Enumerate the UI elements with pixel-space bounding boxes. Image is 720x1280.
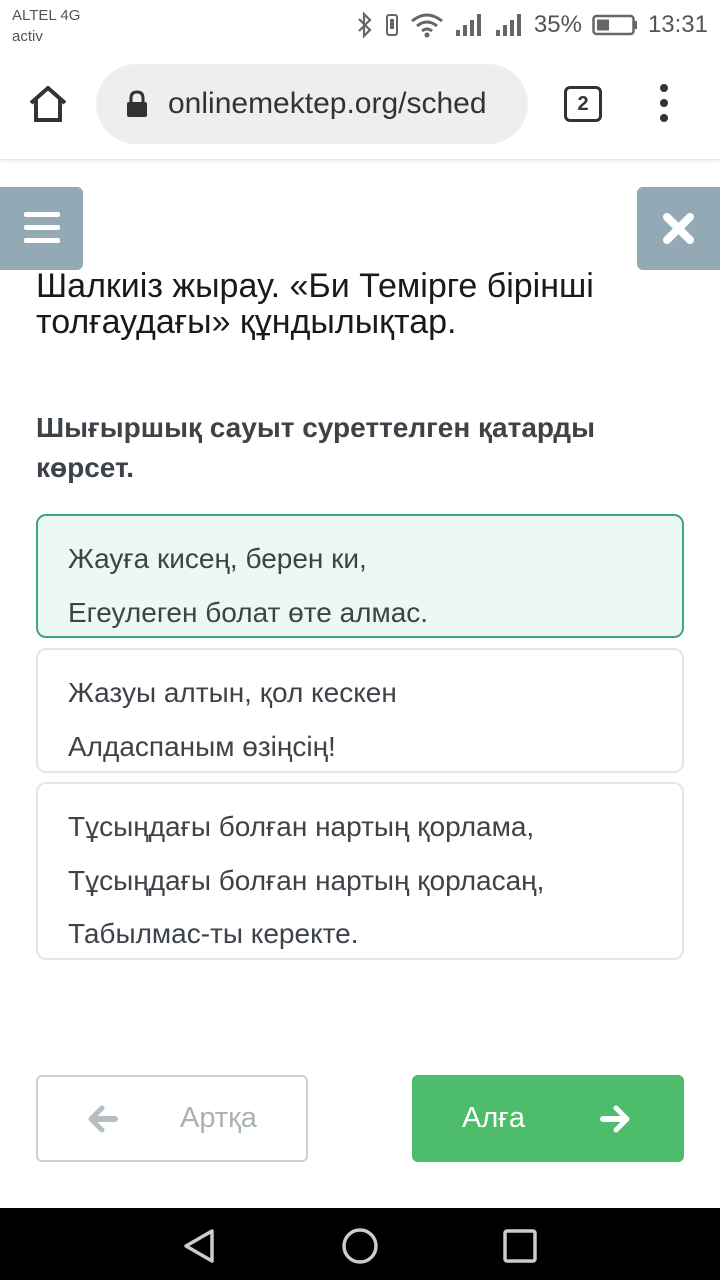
home-icon [29, 86, 67, 122]
arrow-right-icon [600, 1105, 630, 1133]
back-label: Артқа [180, 1102, 257, 1134]
wifi-icon [410, 13, 443, 38]
menu-button[interactable] [0, 187, 83, 270]
recents-square-icon[interactable] [500, 1226, 540, 1266]
battery-percent: 35% [533, 11, 582, 38]
answer-option-3[interactable]: Тұсыңдағы болған нартың қорлама, Тұсыңда… [36, 782, 684, 960]
back-button[interactable]: Артқа [36, 1075, 308, 1162]
option-line: Тұсыңдағы болған нартың қорлама, [68, 811, 535, 842]
tabs-button[interactable]: 2 [564, 86, 602, 122]
tab-count: 2 [577, 93, 589, 115]
lesson-title: Шалкиіз жырау. «Би Темірге бірінші толға… [36, 268, 686, 340]
vibrate-icon [385, 14, 398, 36]
carrier-name: ALTEL 4G [12, 7, 81, 24]
browser-toolbar: onlinemektep.org/sched 2 [0, 50, 720, 160]
lesson-title-line: Шалкиіз жырау. «Би Темірге бірінші [36, 267, 594, 305]
url-text: onlinemektep.org/sched [168, 87, 487, 120]
carrier-info: ALTEL 4G activ [12, 5, 80, 47]
option-line: Егеулеген болат өте алмас. [68, 596, 429, 628]
answer-option-1[interactable]: Жауға кисең, берен ки, Егеулеген болат ө… [36, 514, 684, 638]
next-button[interactable]: Алға [412, 1075, 684, 1162]
option-line: Жауға кисең, берен ки, [68, 543, 367, 574]
lock-icon [127, 90, 147, 117]
address-bar[interactable]: onlinemektep.org/sched [96, 64, 528, 144]
clock: 13:31 [647, 11, 708, 38]
signal-icon [495, 14, 521, 36]
back-triangle-icon[interactable] [180, 1226, 220, 1266]
hamburger-icon [24, 212, 60, 217]
next-label: Алға [462, 1102, 525, 1134]
option-line: Алдаспаным өзіңсің! [68, 730, 336, 762]
option-line: Табылмас-ты керекте. [68, 918, 359, 949]
lesson-title-line: толғаудағы» құндылықтар. [36, 303, 457, 341]
signal-icon [455, 14, 481, 36]
home-button[interactable] [26, 82, 70, 126]
arrow-left-icon [88, 1105, 118, 1133]
status-bar: ALTEL 4G activ 35% 13:31 [0, 0, 720, 50]
home-circle-icon[interactable] [340, 1226, 380, 1266]
question-line: көрсет. [36, 452, 135, 483]
close-button[interactable] [637, 187, 720, 270]
menu-dots-icon[interactable] [650, 82, 678, 126]
system-nav-bar [0, 1208, 720, 1280]
option-line: Тұсыңдағы болған нартың қорласаң, [68, 864, 545, 896]
question-line: Шығыршық сауыт суреттелген қатарды [36, 412, 595, 443]
answer-option-2[interactable]: Жазуы алтын, қол кескен Алдаспаным өзіңс… [36, 648, 684, 773]
carrier-sub: activ [12, 28, 43, 45]
bluetooth-icon [358, 11, 372, 39]
battery-icon [592, 14, 637, 36]
close-icon [663, 213, 694, 244]
question-text: Шығыршық сауыт суреттелген қатарды көрсе… [36, 408, 686, 488]
option-line: Жазуы алтын, қол кескен [68, 677, 397, 708]
status-icons: 35% 13:31 [356, 9, 708, 41]
